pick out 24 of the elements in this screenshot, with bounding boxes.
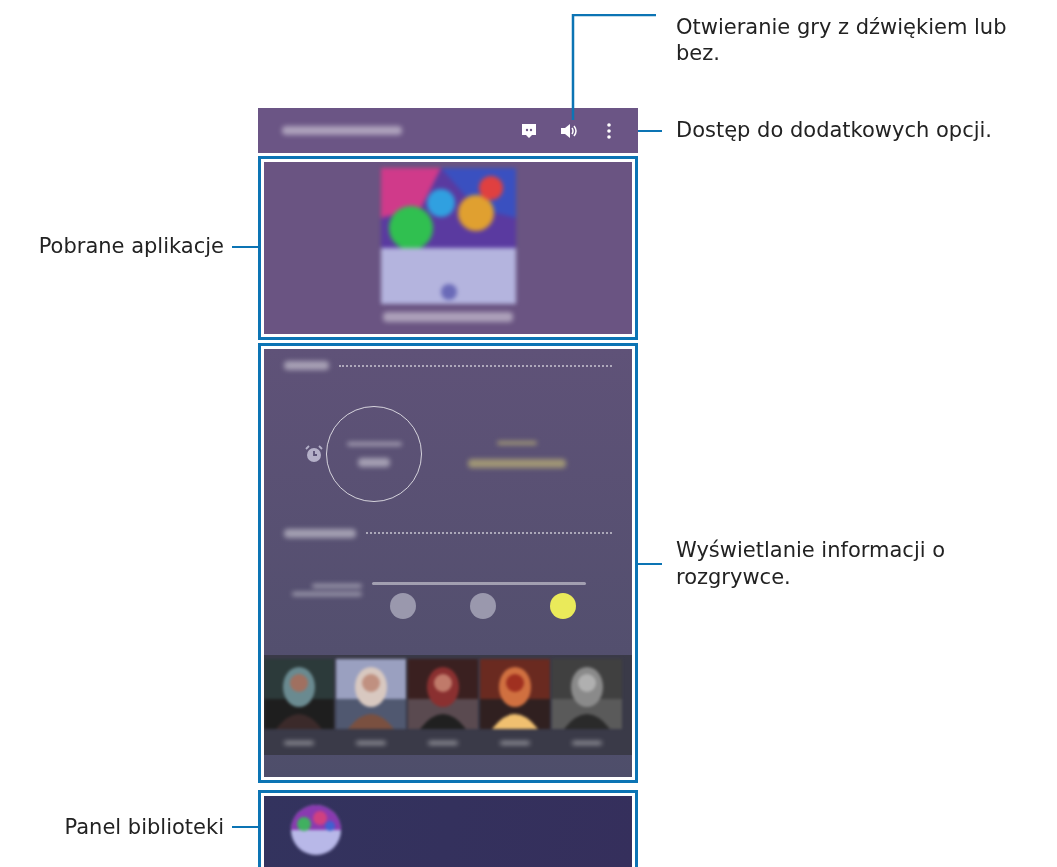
slider-stop[interactable] (390, 592, 416, 619)
callout-label: Panel biblioteki (64, 813, 224, 841)
callout-label: Pobrane aplikacje (38, 233, 224, 260)
callout-label: Otwieranie gry z dźwiękiem lub bez. (676, 14, 1008, 67)
alarm-clock-icon (304, 444, 324, 465)
callout-label: Wyświetlanie informacji o rozgrywce. (676, 537, 947, 590)
blurred-heading (284, 528, 356, 538)
blurred-time (358, 457, 390, 467)
chat-icon[interactable] (520, 121, 538, 140)
blurred-caption (284, 741, 314, 746)
blurred-label (346, 441, 402, 446)
blurred-caption (428, 741, 458, 746)
callout-label: Dostęp do dodatkowych opcji. (676, 117, 994, 144)
blurred-caption (500, 741, 530, 746)
blurred-caption (572, 741, 602, 746)
slider-stop[interactable] (470, 592, 496, 619)
blurred-heading (284, 361, 329, 370)
blurred-label (312, 583, 362, 588)
blurred-caption (356, 741, 386, 746)
blurred-label (497, 440, 537, 445)
blurred-label (292, 591, 362, 596)
slider-stop[interactable] (550, 592, 576, 619)
leader-line (638, 129, 662, 132)
speaker-icon[interactable] (560, 121, 578, 140)
